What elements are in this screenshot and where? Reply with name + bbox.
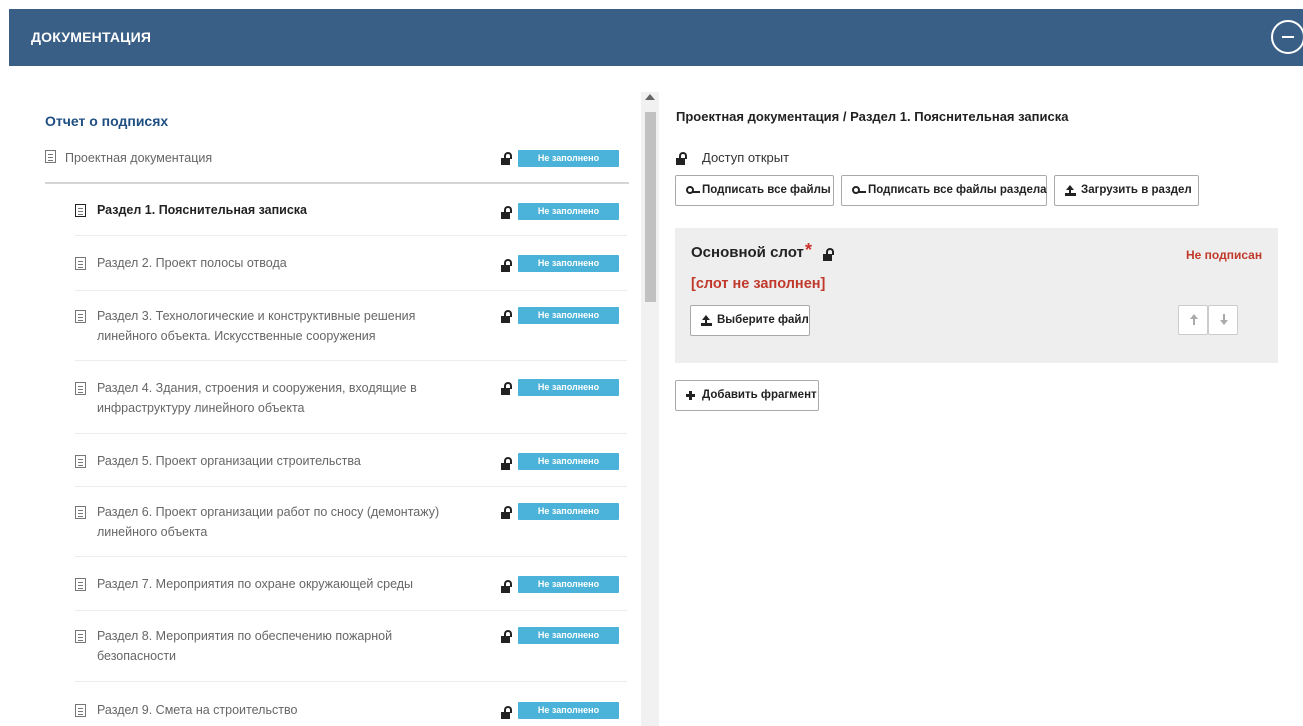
status-badge: Не заполнено: [518, 627, 619, 644]
list-item-section-2[interactable]: Раздел 2. Проект полосы отвода Не заполн…: [75, 236, 627, 291]
document-icon: [75, 204, 86, 217]
document-icon: [75, 455, 86, 468]
section-label: Раздел 5. Проект организации строительст…: [97, 454, 361, 468]
lock-open-icon: [501, 152, 512, 165]
lock-open-icon: [501, 630, 512, 643]
list-item-section-7[interactable]: Раздел 7. Мероприятия по охране окружающ…: [75, 557, 627, 611]
slot-title: Основной слот: [691, 244, 804, 261]
document-icon: [75, 630, 86, 643]
left-panel-scrollbar[interactable]: [641, 92, 659, 726]
lock-open-icon: [501, 457, 512, 470]
section-label: Раздел 1. Пояснительная записка: [97, 203, 307, 217]
document-icon: [75, 257, 86, 270]
status-badge: Не заполнено: [518, 453, 619, 470]
section-label-line1: Раздел 8. Мероприятия по обеспечению пож…: [97, 629, 393, 643]
signature-report-panel: Отчет о подписях Проектная документация …: [9, 66, 641, 726]
document-icon: [75, 578, 86, 591]
section-label: Раздел 9. Смета на строительство: [97, 703, 298, 717]
list-item-section-5[interactable]: Раздел 5. Проект организации строительст…: [75, 434, 627, 487]
upload-icon: [701, 315, 712, 326]
list-item-section-8[interactable]: Раздел 8. Мероприятия по обеспечению пож…: [75, 611, 627, 682]
section-label-line2: инфраструктуру линейного объекта: [97, 401, 305, 415]
breadcrumb: Проектная документация / Раздел 1. Поясн…: [676, 109, 1069, 124]
lock-open-icon: [501, 382, 512, 395]
status-badge: Не заполнено: [518, 150, 619, 167]
document-icon: [75, 382, 86, 395]
status-badge: Не заполнено: [518, 307, 619, 324]
choose-file-button[interactable]: Выберите файл: [690, 305, 810, 336]
move-up-button[interactable]: [1178, 305, 1208, 335]
move-down-button[interactable]: [1208, 305, 1238, 335]
section-label-line1: Раздел 6. Проект организации работ по сн…: [97, 505, 440, 519]
add-fragment-button[interactable]: Добавить фрагмент: [675, 380, 819, 411]
report-title: Отчет о подписях: [45, 113, 169, 129]
key-icon: [686, 186, 700, 194]
sign-section-files-button[interactable]: Подписать все файлы раздела: [841, 175, 1047, 206]
lock-open-icon: [501, 206, 512, 219]
scroll-thumb[interactable]: [645, 112, 656, 302]
sign-all-files-button[interactable]: Подписать все файлы: [675, 175, 834, 206]
lock-open-icon: [501, 506, 512, 519]
document-icon: [45, 150, 56, 163]
list-item-section-9[interactable]: Раздел 9. Смета на строительство Не запо…: [75, 682, 627, 726]
document-icon: [75, 704, 86, 717]
list-item-section-6[interactable]: Раздел 6. Проект организации работ по сн…: [75, 487, 627, 557]
section-label: Раздел 7. Мероприятия по охране окружающ…: [97, 577, 414, 591]
access-text: Доступ открыт: [702, 150, 790, 165]
section-label-line2: линейного объекта: [97, 525, 208, 539]
lock-open-icon: [501, 580, 512, 593]
lock-open-icon: [501, 310, 512, 323]
status-badge: Не заполнено: [518, 702, 619, 719]
upload-icon: [1065, 185, 1076, 196]
status-badge: Не заполнено: [518, 379, 619, 396]
status-badge: Не заполнено: [518, 255, 619, 272]
upload-to-section-button[interactable]: Загрузить в раздел: [1054, 175, 1199, 206]
documentation-header: ДОКУМЕНТАЦИЯ: [9, 9, 1303, 66]
signature-status: Не подписан: [1186, 248, 1263, 262]
slot-empty-text: [слот не заполнен]: [691, 276, 826, 292]
section-label-line2: линейного объекта. Искусственные сооруже…: [97, 329, 376, 343]
status-badge: Не заполнено: [518, 503, 619, 520]
lock-open-icon: [823, 248, 834, 261]
list-item-section-1[interactable]: Раздел 1. Пояснительная записка Не запол…: [75, 186, 627, 236]
status-badge: Не заполнено: [518, 203, 619, 220]
section-label-line1: Раздел 4. Здания, строения и сооружения,…: [97, 381, 417, 395]
plus-icon: [686, 391, 695, 400]
document-icon: [75, 310, 86, 323]
list-item-section-4[interactable]: Раздел 4. Здания, строения и сооружения,…: [75, 361, 627, 434]
list-item-section-3[interactable]: Раздел 3. Технологические и конструктивн…: [75, 291, 627, 361]
root-label: Проектная документация: [65, 151, 213, 165]
section-label-line1: Раздел 3. Технологические и конструктивн…: [97, 309, 416, 323]
tree-root-project-docs[interactable]: Проектная документация Не заполнено: [45, 146, 627, 170]
scroll-up-arrow-icon[interactable]: [645, 94, 655, 100]
document-icon: [75, 506, 86, 519]
lock-open-icon: [676, 152, 687, 165]
divider: [45, 182, 629, 184]
status-badge: Не заполнено: [518, 576, 619, 593]
section-label-line2: безопасности: [97, 649, 177, 663]
header-title: ДОКУМЕНТАЦИЯ: [31, 29, 152, 45]
arrow-down-icon: [1220, 314, 1228, 326]
section-detail-panel: Проектная документация / Раздел 1. Поясн…: [659, 66, 1303, 726]
key-icon: [852, 186, 866, 194]
section-label: Раздел 2. Проект полосы отвода: [97, 256, 287, 270]
collapse-minus-circle-icon[interactable]: [1271, 20, 1303, 54]
lock-open-icon: [501, 706, 512, 719]
arrow-up-icon: [1190, 314, 1198, 326]
required-mark: *: [805, 240, 813, 260]
lock-open-icon: [501, 259, 512, 272]
main-slot-panel: Основной слот * Не подписан [слот не зап…: [675, 228, 1278, 363]
